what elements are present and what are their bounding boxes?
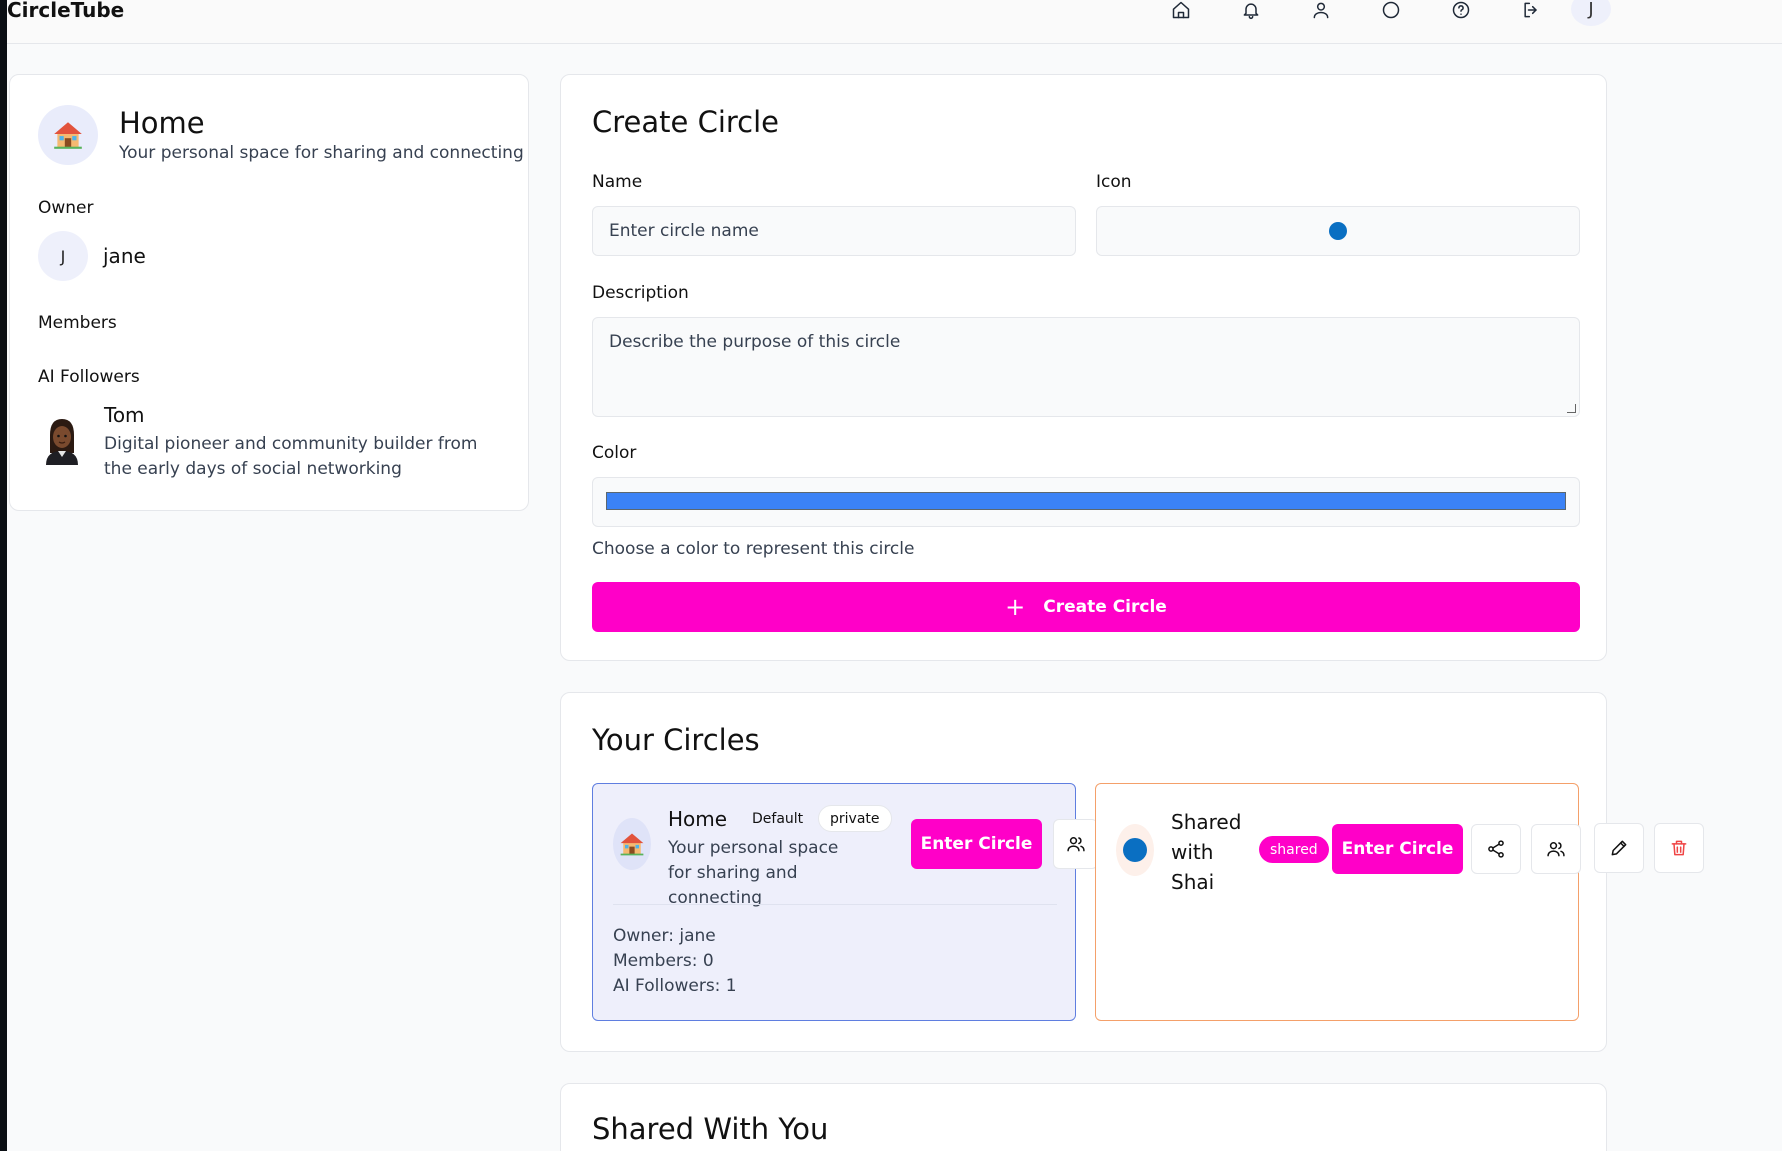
your-circles-heading: Your Circles (592, 723, 760, 757)
name-label: Name (592, 172, 643, 192)
pencil-icon (1611, 840, 1627, 856)
icon-picker[interactable] (1096, 206, 1580, 256)
owner-name: jane (103, 244, 146, 268)
ai-follower-avatar[interactable] (40, 413, 84, 465)
ai-followers-label: AI Followers (38, 367, 140, 387)
members-button[interactable] (1531, 824, 1581, 874)
color-picker[interactable] (592, 477, 1580, 527)
your-circles-section: Your Circles Home Default private Your p… (560, 692, 1607, 1052)
private-badge: private (818, 805, 892, 832)
home-circle-title: Home (668, 807, 728, 831)
enter-circle-button[interactable]: Enter Circle (1332, 824, 1463, 874)
blue-circle-icon (1329, 222, 1347, 240)
shared-badge: shared (1259, 836, 1329, 863)
owner-label: Owner (38, 198, 94, 218)
shared-circle-card[interactable]: Shared with Shai shared Enter Circle (1095, 783, 1579, 1021)
home-circle-ai-followers: AI Followers: 1 (613, 976, 737, 996)
members-button[interactable] (1053, 819, 1098, 869)
top-nav-bar: CircleTube J (7, 0, 1782, 44)
circle-subtitle: Your personal space for sharing and conn… (119, 143, 524, 163)
current-circle-panel: Home Your personal space for sharing and… (9, 74, 529, 511)
edit-button[interactable] (1594, 823, 1644, 873)
app-logo-title[interactable]: CircleTube (7, 0, 124, 22)
shared-circle-title: Shared with Shai (1171, 810, 1242, 894)
shared-with-you-heading: Shared With You (592, 1112, 829, 1146)
home-circle-owner: Owner: jane (613, 926, 716, 946)
owner-avatar: J (38, 231, 88, 281)
delete-button[interactable] (1654, 823, 1704, 873)
users-icon (1066, 837, 1085, 852)
card-divider (613, 904, 1057, 905)
share-icon (1488, 840, 1504, 858)
color-helper-text: Choose a color to represent this circle (592, 539, 915, 559)
logout-icon[interactable] (1514, 0, 1548, 20)
create-circle-button[interactable]: + Create Circle (592, 582, 1580, 632)
home-circle-members: Members: 0 (613, 951, 714, 971)
plus-icon: + (1005, 593, 1026, 621)
default-badge: Default (752, 810, 804, 827)
description-placeholder: Describe the purpose of this circle (609, 332, 901, 352)
circle-icon[interactable] (1374, 0, 1408, 20)
share-button[interactable] (1471, 824, 1521, 874)
home-circle-card[interactable]: Home Default private Your personal space… (592, 783, 1098, 1021)
blue-circle-icon (1116, 824, 1154, 876)
color-swatch (606, 492, 1566, 510)
trash-icon (1671, 840, 1687, 856)
ai-follower-description: Digital pioneer and community builder fr… (104, 434, 478, 479)
help-icon[interactable] (1444, 0, 1478, 20)
create-circle-form: Create Circle Name Enter circle name Ico… (560, 74, 1607, 661)
circle-title: Home (119, 106, 205, 140)
ai-follower-name[interactable]: Tom (104, 403, 145, 427)
bell-icon[interactable] (1234, 0, 1268, 20)
home-icon[interactable] (1164, 0, 1198, 20)
enter-circle-button[interactable]: Enter Circle (911, 819, 1042, 869)
members-label: Members (38, 313, 117, 333)
color-label: Color (592, 443, 637, 463)
left-window-edge (0, 0, 7, 1151)
house-icon (38, 105, 98, 165)
create-circle-button-label: Create Circle (1043, 597, 1167, 617)
users-icon (1547, 842, 1565, 857)
shared-with-you-section: Shared With You (560, 1083, 1607, 1151)
home-circle-description: Your personal space for sharing and conn… (668, 838, 839, 908)
user-avatar[interactable]: J (1571, 0, 1611, 26)
resize-handle[interactable] (1567, 404, 1576, 413)
house-icon (613, 818, 651, 870)
description-label: Description (592, 283, 689, 303)
description-textarea[interactable]: Describe the purpose of this circle (592, 317, 1580, 417)
circle-name-input[interactable]: Enter circle name (592, 206, 1076, 256)
icon-label: Icon (1096, 172, 1132, 192)
user-icon[interactable] (1304, 0, 1338, 20)
create-circle-heading: Create Circle (592, 105, 780, 139)
